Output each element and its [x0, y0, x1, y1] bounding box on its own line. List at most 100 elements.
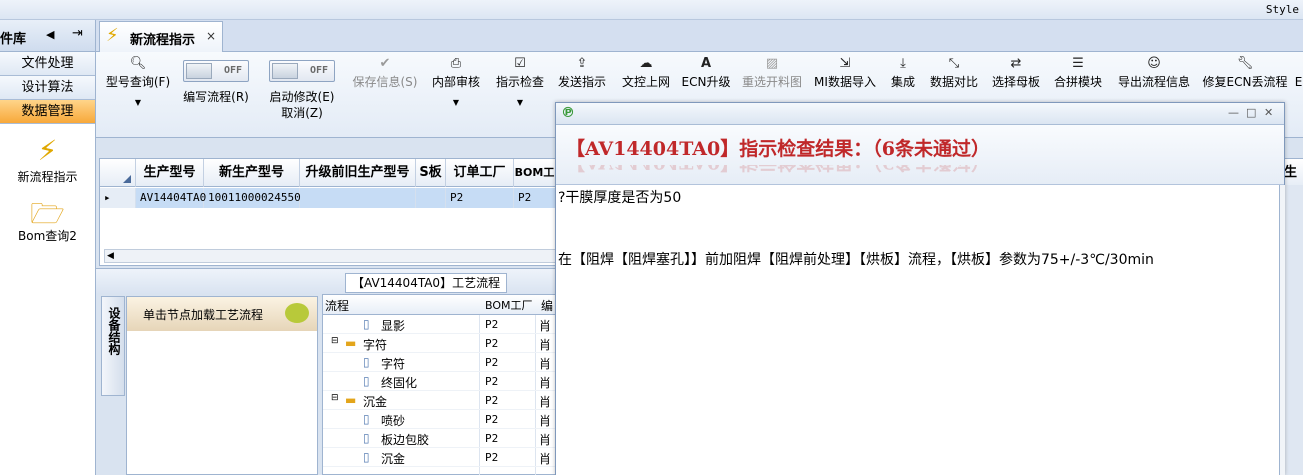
cell-model[interactable]: AV14404TA0 — [136, 188, 206, 208]
maximize-icon[interactable]: □ — [1246, 106, 1256, 119]
result-heading: 【AV14404TA0】指示检查结果：（6条未通过） — [566, 138, 990, 160]
smiley-icon: ☺ — [1147, 56, 1161, 71]
tree-node-label[interactable]: 板边包胶 — [381, 431, 429, 448]
mi-data-import-button[interactable]: ⇲ MI数据导入 — [812, 52, 878, 90]
column-header[interactable]: 生产 — [1284, 159, 1303, 187]
send-instruction-button[interactable]: ⇪ 发送指示 — [556, 52, 608, 90]
tree-row[interactable]: ▯ 终固化 P2 肖 — [323, 372, 561, 391]
tree-node-label[interactable]: 喷砂 — [381, 412, 405, 429]
button-label: 文控上网 — [621, 75, 670, 89]
upload-icon: ⇪ — [576, 56, 588, 71]
column-header[interactable]: 订单工厂 — [446, 159, 514, 187]
tree-node-label[interactable]: 沉金 — [381, 450, 405, 467]
dropdown-arrow-icon[interactable]: ▼ — [494, 98, 546, 107]
dialog-header: 【AV14404TA0】指示检查结果：（6条未通过） 【AV14404TA0】指… — [556, 125, 1284, 185]
tree-row[interactable]: ⊟ ▬ 沉金 P2 肖 — [323, 391, 561, 410]
tree-node-label[interactable]: 字符 — [363, 336, 387, 353]
tree-bom-factory: P2 — [485, 356, 499, 369]
minimize-icon[interactable]: — — [1228, 106, 1239, 119]
collapse-icon[interactable]: ⊟ — [331, 393, 339, 403]
cell-bom-factory[interactable]: P2 — [514, 188, 556, 208]
close-icon[interactable]: × — [206, 29, 216, 43]
column-header[interactable]: 生产型号 — [136, 159, 204, 187]
result-heading-reflection: 【AV14404TA0】指示检查结果：（6条未通过） — [566, 165, 990, 177]
button-label: 重选开料图 — [741, 75, 802, 89]
tree-bom-factory: P2 — [485, 394, 499, 407]
folder-icon: ▬ — [345, 393, 357, 407]
select-master-board-button[interactable]: ⇄ 选择母板 — [990, 52, 1042, 90]
start-modify-toggle[interactable]: OFF 启动修改(E) 取消(Z) — [262, 52, 342, 121]
tab-new-process[interactable]: ⚡ 新流程指示 × — [99, 21, 223, 52]
shortcut-label: 新流程指示 — [17, 170, 78, 184]
document-icon: ▯ — [363, 317, 370, 331]
column-header[interactable]: 新生产型号 — [204, 159, 300, 187]
toggle-switch[interactable]: OFF — [183, 60, 249, 82]
internal-review-button[interactable]: ⎙ 内部审核 ▼ — [430, 52, 482, 107]
instruction-check-button[interactable]: ☑ 指示检查 ▼ — [494, 52, 546, 107]
cell-new-model[interactable]: 10011000024550 — [204, 188, 301, 208]
close-icon[interactable]: ✕ — [1264, 106, 1273, 119]
cell-order-factory[interactable]: P2 — [446, 188, 514, 208]
fix-ecn-lost-process-button[interactable]: 🔧︎ 修复ECN丢流程 — [1202, 52, 1288, 90]
tree-bom-factory: P2 — [485, 337, 499, 350]
cell-old-model[interactable] — [300, 188, 416, 208]
column-header[interactable]: 编 — [541, 297, 553, 314]
tree-row[interactable]: ⊟ ▬ 字符 P2 肖 — [323, 334, 561, 353]
collapse-icon[interactable]: ⊟ — [331, 336, 339, 346]
dropdown-arrow-icon[interactable]: ▼ — [102, 98, 174, 107]
document-icon: ▯ — [363, 450, 370, 464]
tree-row[interactable]: ▯ 板边包胶 P2 肖 — [323, 429, 561, 448]
tree-node-label[interactable]: 字符 — [381, 355, 405, 372]
integrate-button[interactable]: ⤓ 集成 — [886, 52, 920, 90]
triangle-left-icon[interactable]: ◀ — [46, 28, 54, 41]
tree-row[interactable]: ▯ 喷砂 P2 肖 — [323, 410, 561, 429]
nav-button-file-processing[interactable]: 文件处理 — [0, 52, 95, 76]
pin-icon[interactable]: ⇥ — [72, 26, 83, 41]
chat-bubble-icon — [285, 303, 309, 323]
vertical-scrollbar[interactable] — [1280, 185, 1285, 475]
tree-row[interactable]: ▯ 字符 P2 肖 — [323, 353, 561, 372]
shortcut-new-process[interactable]: ⚡ 新流程指示 — [0, 134, 95, 185]
dialog-titlebar[interactable]: ℗ — □ ✕ — [556, 103, 1284, 125]
button-label: 集成 — [890, 75, 915, 89]
tree-node-label[interactable]: 沉金 — [363, 393, 387, 410]
model-query-button[interactable]: 🔍︎ 型号查询(F) ▼ — [102, 52, 174, 107]
column-header[interactable]: BOM工厂 — [485, 297, 533, 313]
ecn-upgrade-button[interactable]: A ECN升级 — [680, 52, 732, 90]
button-label: 导出流程信息 — [1117, 75, 1190, 89]
side-tab-equipment[interactable]: 设备结构 — [101, 296, 125, 396]
shortcut-bom-query[interactable]: 🗁 Bom查询2 — [0, 193, 95, 244]
style-label[interactable]: Style — [1266, 3, 1299, 16]
export-process-info-button[interactable]: ☺ 导出流程信息 — [1116, 52, 1192, 90]
column-header[interactable]: 流程 — [325, 297, 349, 314]
data-compare-button[interactable]: ⤡ 数据对比 — [928, 52, 980, 90]
column-header[interactable]: S板 — [416, 159, 446, 187]
scroll-left-icon[interactable]: ◀ — [107, 250, 114, 262]
dropdown-arrow-icon[interactable]: ▼ — [430, 98, 482, 107]
write-process-toggle[interactable]: OFF 编写流程(R) — [180, 52, 252, 105]
list-icon: ☰ — [1072, 56, 1084, 71]
tree-bom-factory: P2 — [485, 451, 499, 464]
column-header[interactable]: 升级前旧生产型号 — [300, 159, 416, 187]
cell-s-board[interactable] — [416, 188, 446, 208]
cancel-button[interactable]: 取消(Z) — [262, 105, 342, 121]
toggle-switch[interactable]: OFF — [269, 60, 335, 82]
more-toolbar-button[interactable]: E — [1294, 52, 1303, 90]
tree-node-label[interactable]: 显影 — [381, 317, 405, 334]
column-header[interactable]: BOM工 — [514, 159, 556, 187]
tree-body: ▯ 显影 P2 肖 ⊟ ▬ 字符 P2 肖 ▯ 字符 P2 肖 ▯ 终固化 P2 肖 ⊟ ▬ 沉金 P2 肖 ▯ 喷砂 P2 肖 ▯… — [323, 315, 561, 467]
nav-button-design-algorithm[interactable]: 设计算法 — [0, 76, 95, 100]
merge-module-button[interactable]: ☰ 合拼模块 — [1052, 52, 1104, 90]
reselect-cutting-chart-button[interactable]: ▨ 重选开料图 — [740, 52, 804, 90]
left-nav-header: 件库 ◀ ⇥ — [0, 20, 95, 52]
button-label: 合拼模块 — [1053, 75, 1102, 89]
document-icon: ▯ — [363, 374, 370, 388]
tree-row[interactable]: ▯ 沉金 P2 肖 — [323, 448, 561, 467]
grid-corner[interactable] — [100, 159, 136, 187]
tree-row[interactable]: ▯ 显影 P2 肖 — [323, 315, 561, 334]
button-label: MI数据导入 — [814, 75, 876, 89]
doc-control-online-button[interactable]: ☁ 文控上网 — [620, 52, 672, 90]
tree-node-label[interactable]: 终固化 — [381, 374, 417, 391]
nav-button-data-management[interactable]: 数据管理 — [0, 100, 95, 124]
save-info-button[interactable]: ✔ 保存信息(S) — [348, 52, 422, 90]
